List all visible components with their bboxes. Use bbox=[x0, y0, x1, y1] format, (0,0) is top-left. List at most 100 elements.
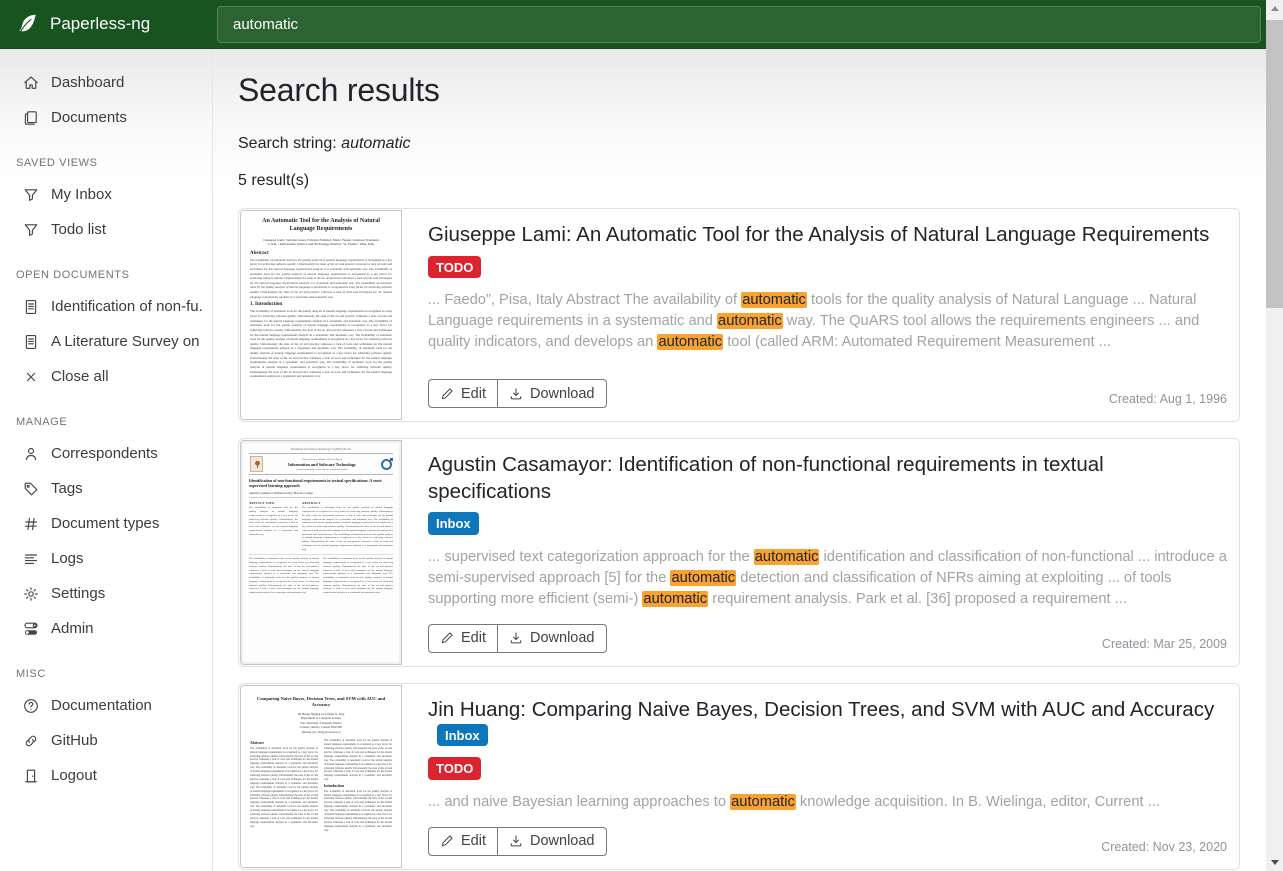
download-button[interactable]: Download bbox=[498, 827, 607, 856]
document-actions: Edit Download bbox=[428, 624, 607, 653]
sidebar-section: SAVED VIEWSMy InboxTodo list bbox=[0, 145, 212, 247]
sidebar-item-documents[interactable]: Documents bbox=[0, 100, 212, 135]
document-title-link[interactable]: Jin Huang: Comparing Naive Bayes, Decisi… bbox=[428, 698, 1214, 721]
download-icon bbox=[509, 631, 523, 645]
main-content: Search results Search string: automatic … bbox=[213, 49, 1266, 871]
snippet-text: tool (called ARM: Automated Requirement … bbox=[723, 334, 1111, 350]
thumbnail-text: The availability of automatic tools for … bbox=[302, 506, 393, 551]
document-actions: EditDownload bbox=[428, 379, 607, 408]
sidebar-section: MISCDocumentationGitHubLogout bbox=[0, 656, 212, 793]
pencil-icon bbox=[440, 834, 454, 848]
thumbnail-journal-line: Information and Software Technology 51 (… bbox=[249, 448, 393, 451]
sidebar-item-label: Admin bbox=[51, 620, 94, 637]
edit-button[interactable]: Edit bbox=[428, 379, 498, 408]
edit-button-label: Edit bbox=[461, 833, 486, 849]
brand-link[interactable]: Paperless-ng bbox=[0, 12, 213, 36]
sidebar-section-heading: OPEN DOCUMENTS bbox=[0, 257, 212, 289]
top-navbar: Paperless-ng bbox=[0, 0, 1266, 49]
sidebar-section: OPEN DOCUMENTSIdentification of non-fu..… bbox=[0, 257, 212, 394]
thumbnail-section-heading: Abstract bbox=[250, 741, 318, 745]
sidebar-item-open-doc-2[interactable]: A Literature Survey on ... bbox=[0, 324, 212, 359]
download-icon bbox=[509, 387, 523, 401]
tag-badge-todo: TODO bbox=[428, 256, 481, 279]
search-snippet: ... Faedo”, Pisa, Italy Abstract The ava… bbox=[428, 290, 1227, 353]
edit-button-label: Edit bbox=[461, 630, 486, 646]
hash-icon bbox=[23, 516, 39, 532]
sidebar-item-admin[interactable]: Admin bbox=[0, 611, 212, 646]
thumbnail-text: The availability of automatic tools for … bbox=[250, 309, 392, 379]
sidebar-item-label: Document types bbox=[51, 515, 159, 532]
sidebar-item-label: Dashboard bbox=[51, 74, 124, 91]
sidebar-nav: Dashboard Documents SAVED VIEWSMy InboxTod… bbox=[0, 49, 213, 871]
thumbnail-section-heading: Introduction bbox=[324, 784, 392, 788]
thumbnail-columns: AbstractThe availability of automatic to… bbox=[250, 739, 392, 832]
result-card-body: Agustin Casamayor: Identification of non… bbox=[403, 439, 1239, 666]
sidebar-item-document-types[interactable]: Document types bbox=[0, 506, 212, 541]
snippet-text: ... supervised text categorization appro… bbox=[428, 549, 754, 565]
elsevier-logo-icon bbox=[250, 456, 263, 472]
gear-icon bbox=[23, 586, 39, 602]
sidebar-item-correspondents[interactable]: Correspondents bbox=[0, 436, 212, 471]
thumbnail-contents-line: Contents lists available at ScienceDirec… bbox=[266, 458, 378, 461]
sidebar-item-documentation[interactable]: Documentation bbox=[0, 688, 212, 723]
scroll-down-button[interactable] bbox=[1266, 854, 1283, 871]
highlighted-term: automatic bbox=[754, 549, 820, 565]
sidebar-item-open-doc-1[interactable]: Identification of non-fu... bbox=[0, 289, 212, 324]
created-date: Created: Nov 23, 2020 bbox=[1101, 840, 1227, 856]
document-title-link[interactable]: Agustin Casamayor: Identification of non… bbox=[428, 453, 1104, 503]
search-snippet: ... supervised text categorization appro… bbox=[428, 547, 1227, 610]
edit-button[interactable]: Edit bbox=[428, 827, 498, 856]
search-string-label: Search string: bbox=[238, 135, 337, 152]
app-body: Dashboard Documents SAVED VIEWSMy InboxTod… bbox=[0, 49, 1266, 871]
document-title-link[interactable]: Giuseppe Lami: An Automatic Tool for the… bbox=[428, 223, 1209, 246]
thumbnail-authors: Giuseppe Lami, Stefania Gnesi, Fabrizio … bbox=[250, 238, 392, 242]
sidebar-item-tags[interactable]: Tags bbox=[0, 471, 212, 506]
sidebar-item-logs[interactable]: Logs bbox=[0, 541, 212, 576]
thumbnail-authors: Agustín Casamayor, Daniela Godoy, Marcel… bbox=[249, 491, 393, 498]
pencil-icon bbox=[440, 387, 454, 401]
thumbnail-affiliation: C.N.R. - Information Science and Technol… bbox=[250, 242, 392, 246]
edit-button[interactable]: Edit bbox=[428, 624, 498, 653]
sidebar-item-label: GitHub bbox=[51, 732, 98, 749]
thumbnail-author-line: {jhuang, jlu, cling}@csd.uwo.ca bbox=[250, 730, 392, 735]
sidebar-item-todo-list[interactable]: Todo list bbox=[0, 212, 212, 247]
highlighted-term: automatic bbox=[730, 794, 796, 810]
scrollbar-thumb[interactable] bbox=[1266, 20, 1283, 308]
thumbnail-columns: The availability of automatic tools for … bbox=[249, 554, 393, 595]
search-result-card: Information and Software Technology 51 (… bbox=[238, 438, 1240, 667]
sidebar-item-logout[interactable]: Logout bbox=[0, 758, 212, 793]
sidebar-item-dashboard[interactable]: Dashboard bbox=[0, 65, 212, 100]
sidebar-item-settings[interactable]: Settings bbox=[0, 576, 212, 611]
download-button[interactable]: Download bbox=[498, 379, 607, 408]
door-icon bbox=[23, 768, 39, 784]
global-search-input[interactable] bbox=[217, 6, 1261, 43]
sidebar-item-label: Settings bbox=[51, 585, 105, 602]
thumbnail-masthead: Contents lists available at ScienceDirec… bbox=[266, 458, 378, 471]
search-snippet: ... and naive Bayesian learning approach… bbox=[428, 792, 1227, 813]
download-button[interactable]: Download bbox=[498, 624, 607, 653]
thumbnail-journal-name: Information and Software Technology bbox=[266, 462, 378, 467]
thumbnail-page: An Automatic Tool for the Analysis of Na… bbox=[241, 211, 401, 419]
snippet-text: knowledge acquisition. In B. Wielinga, e… bbox=[796, 794, 1160, 810]
results-list: An Automatic Tool for the Analysis of Na… bbox=[238, 208, 1240, 871]
sidebar-item-label: Close all bbox=[51, 368, 109, 385]
created-date: Created: Mar 25, 2009 bbox=[1102, 637, 1227, 653]
tag-badge-row: TODO bbox=[428, 256, 1227, 279]
result-card-footer: Edit Download Created: Mar 25, 2009 bbox=[428, 624, 1227, 653]
sidebar-section: Dashboard Documents bbox=[0, 65, 212, 135]
download-icon bbox=[509, 834, 523, 848]
search-result-card: Comparing Naive Bayes, Decision Trees, a… bbox=[238, 683, 1240, 870]
pencil-icon bbox=[440, 631, 454, 645]
brand-label: Paperless-ng bbox=[50, 14, 150, 34]
result-card-footer: Edit Download Created: Nov 23, 2020 bbox=[428, 827, 1227, 856]
sidebar-item-my-inbox[interactable]: My Inbox bbox=[0, 177, 212, 212]
link-icon bbox=[23, 733, 39, 749]
sidebar-item-label: Logs bbox=[51, 550, 84, 567]
text-left-icon bbox=[23, 551, 39, 567]
sidebar-item-github[interactable]: GitHub bbox=[0, 723, 212, 758]
scroll-up-button[interactable] bbox=[1266, 0, 1283, 17]
file-text-icon bbox=[23, 334, 39, 350]
thumbnail-section-heading: 1. Introduction bbox=[250, 302, 392, 307]
thumbnail-page: Information and Software Technology 51 (… bbox=[241, 441, 401, 664]
sidebar-item-close-all[interactable]: Close all bbox=[0, 359, 212, 394]
